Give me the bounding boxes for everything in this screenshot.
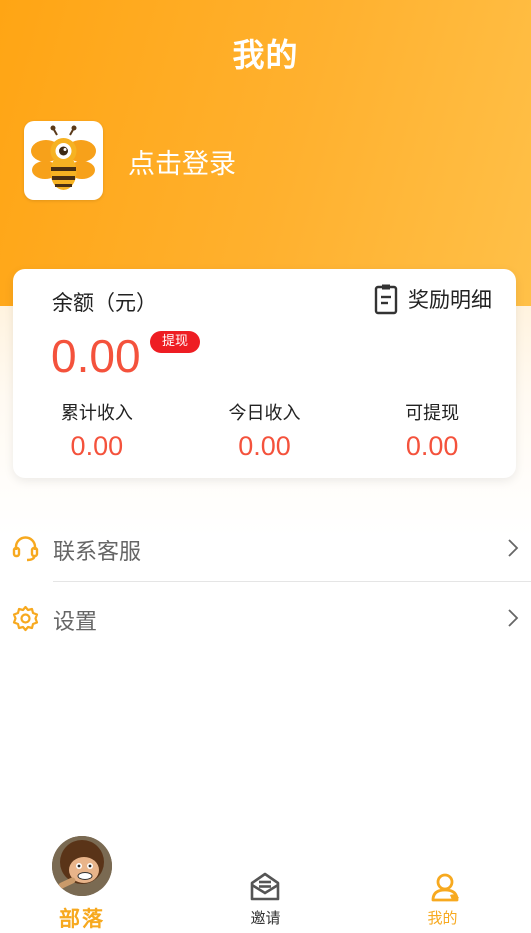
menu-label: 设置 <box>53 610 98 635</box>
chevron-right-icon <box>508 609 519 627</box>
tab-invite[interactable]: 邀请 <box>177 833 354 933</box>
withdraw-button[interactable]: 提现 <box>150 331 201 353</box>
stat-today-income: 今日收入 0.00 <box>181 399 349 462</box>
tab-label: 部落 <box>59 907 105 931</box>
app-logo-avatar[interactable] <box>24 121 103 200</box>
stat-label: 可提现 <box>405 403 460 424</box>
reward-details-label: 奖励明细 <box>408 288 492 312</box>
reward-details-link[interactable]: 奖励明细 <box>374 283 492 315</box>
tab-tribe[interactable]: 部落 <box>0 833 177 933</box>
stat-total-income: 累计收入 0.00 <box>13 399 181 462</box>
stat-label: 累计收入 <box>60 403 133 424</box>
headset-icon <box>12 536 39 562</box>
menu-item-settings[interactable]: 设置 <box>0 588 531 648</box>
page-title: 我的 <box>232 36 299 74</box>
clipboard-icon <box>374 284 398 315</box>
caveman-icon <box>52 836 112 896</box>
tab-label: 我的 <box>427 909 458 927</box>
wallet-stats: 累计收入 0.00 今日收入 0.00 可提现 0.00 <box>13 399 516 462</box>
stat-withdrawable: 可提现 0.00 <box>348 399 516 462</box>
stat-value: 0.00 <box>70 431 124 461</box>
balance-value: 0.00 <box>51 330 141 382</box>
menu-divider <box>53 581 531 582</box>
invite-icon <box>250 872 280 901</box>
bottom-tab-bar: 部落 邀请 我的 <box>0 833 531 933</box>
tribe-avatar <box>52 836 112 896</box>
menu-label: 联系客服 <box>53 540 142 565</box>
profile-icon <box>431 873 459 902</box>
stat-label: 今日收入 <box>228 403 301 424</box>
stat-value: 0.00 <box>405 431 459 461</box>
tab-mine[interactable]: 我的 <box>354 833 531 933</box>
chevron-right-icon <box>508 539 519 557</box>
balance-label: 余额（元） <box>52 291 157 315</box>
menu-item-contact-support[interactable]: 联系客服 <box>0 518 531 578</box>
bee-icon <box>31 125 96 190</box>
login-prompt[interactable]: 点击登录 <box>128 142 236 181</box>
stat-value: 0.00 <box>238 431 291 461</box>
tab-label: 邀请 <box>250 909 281 927</box>
wallet-card: 余额（元） 奖励明细 0.00 提现 累计收入 0.00 今日收入 0.00 可… <box>13 269 516 478</box>
gear-icon <box>12 605 39 632</box>
